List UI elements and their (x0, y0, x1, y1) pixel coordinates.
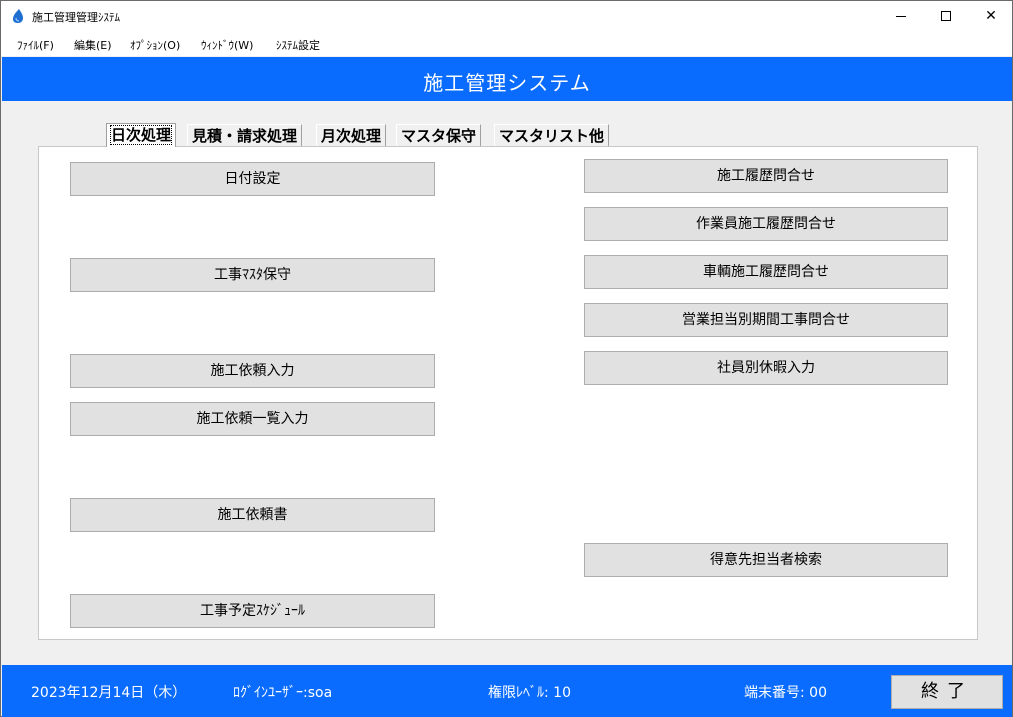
date-setting-button[interactable]: 日付設定 (70, 162, 435, 196)
minimize-icon (896, 15, 906, 17)
menu-window[interactable]: ｳｨﾝﾄﾞｳ(W) (201, 37, 253, 53)
tab-monthly[interactable]: 月次処理 (316, 124, 387, 146)
close-icon: ✕ (985, 8, 997, 24)
worker-history-inquiry-button[interactable]: 作業員施工履歴問合せ (584, 207, 948, 241)
menu-options[interactable]: ｵﾌﾟｼｮﾝ(O) (130, 37, 180, 53)
app-drop-icon (13, 9, 23, 23)
minimize-button[interactable] (878, 1, 924, 32)
tab-master-list[interactable]: マスタリスト他 (494, 124, 610, 146)
menu-file[interactable]: ﾌｧｲﾙ(F) (17, 37, 54, 53)
maximize-icon (941, 11, 951, 21)
work-request-list-button[interactable]: 施工依頼一覧入力 (70, 402, 435, 436)
exit-button[interactable]: 終了 (891, 675, 1003, 709)
tab-estimate-billing-label: 見積・請求処理 (192, 127, 298, 145)
customer-contact-search-button[interactable]: 得意先担当者検索 (584, 543, 948, 577)
tab-master-maintenance-label: マスタ保守 (401, 127, 477, 145)
maximize-button[interactable] (923, 1, 969, 32)
tab-master-list-label: マスタリスト他 (499, 127, 605, 145)
status-bar: 2023年12月14日（木） ﾛｸﾞｲﾝﾕｰｻﾞｰ:soa 権限ﾚﾍﾞﾙ: 10… (2, 665, 1012, 717)
sales-period-inquiry-button[interactable]: 営業担当別期間工事問合せ (584, 303, 948, 337)
construction-master-button[interactable]: 工事ﾏｽﾀ保守 (70, 258, 435, 292)
tab-master-maintenance[interactable]: マスタ保守 (396, 124, 482, 146)
employee-leave-entry-button[interactable]: 社員別休暇入力 (584, 351, 948, 385)
status-terminal-number: 端末番号: 00 (744, 685, 827, 701)
page-title: 施工管理システム (423, 71, 591, 95)
tab-strip: 日次処理 見積・請求処理 月次処理 マスタ保守 マスタリスト他 (40, 123, 980, 147)
window-title: 施工管理管理ｼｽﾃﾑ (32, 11, 120, 24)
application-window: 施工管理管理ｼｽﾃﾑ ✕ ﾌｧｲﾙ(F) 編集(E) ｵﾌﾟｼｮﾝ(O) ｳｨﾝ… (0, 0, 1013, 717)
tab-daily[interactable]: 日次処理 (106, 123, 177, 147)
work-history-inquiry-button[interactable]: 施工履歴問合せ (584, 159, 948, 193)
vehicle-history-inquiry-button[interactable]: 車輌施工履歴問合せ (584, 255, 948, 289)
close-button[interactable]: ✕ (968, 1, 1013, 32)
tab-estimate-billing[interactable]: 見積・請求処理 (187, 124, 303, 146)
title-bar[interactable]: 施工管理管理ｼｽﾃﾑ ✕ (1, 1, 1012, 32)
menu-edit[interactable]: 編集(E) (74, 37, 112, 53)
work-request-document-button[interactable]: 施工依頼書 (70, 498, 435, 532)
menu-bar: ﾌｧｲﾙ(F) 編集(E) ｵﾌﾟｼｮﾝ(O) ｳｨﾝﾄﾞｳ(W) ｼｽﾃﾑ設定 (1, 32, 1012, 56)
work-request-entry-button[interactable]: 施工依頼入力 (70, 354, 435, 388)
tab-daily-label: 日次処理 (109, 125, 173, 145)
app-header: 施工管理システム (2, 57, 1012, 101)
tab-monthly-label: 月次処理 (321, 127, 382, 145)
status-permission-level: 権限ﾚﾍﾞﾙ: 10 (488, 685, 571, 701)
status-date: 2023年12月14日（木） (31, 685, 187, 701)
status-login-user: ﾛｸﾞｲﾝﾕｰｻﾞｰ:soa (233, 685, 333, 701)
construction-schedule-button[interactable]: 工事予定ｽｹｼﾞｭｰﾙ (70, 594, 435, 628)
menu-system-settings[interactable]: ｼｽﾃﾑ設定 (276, 37, 320, 53)
